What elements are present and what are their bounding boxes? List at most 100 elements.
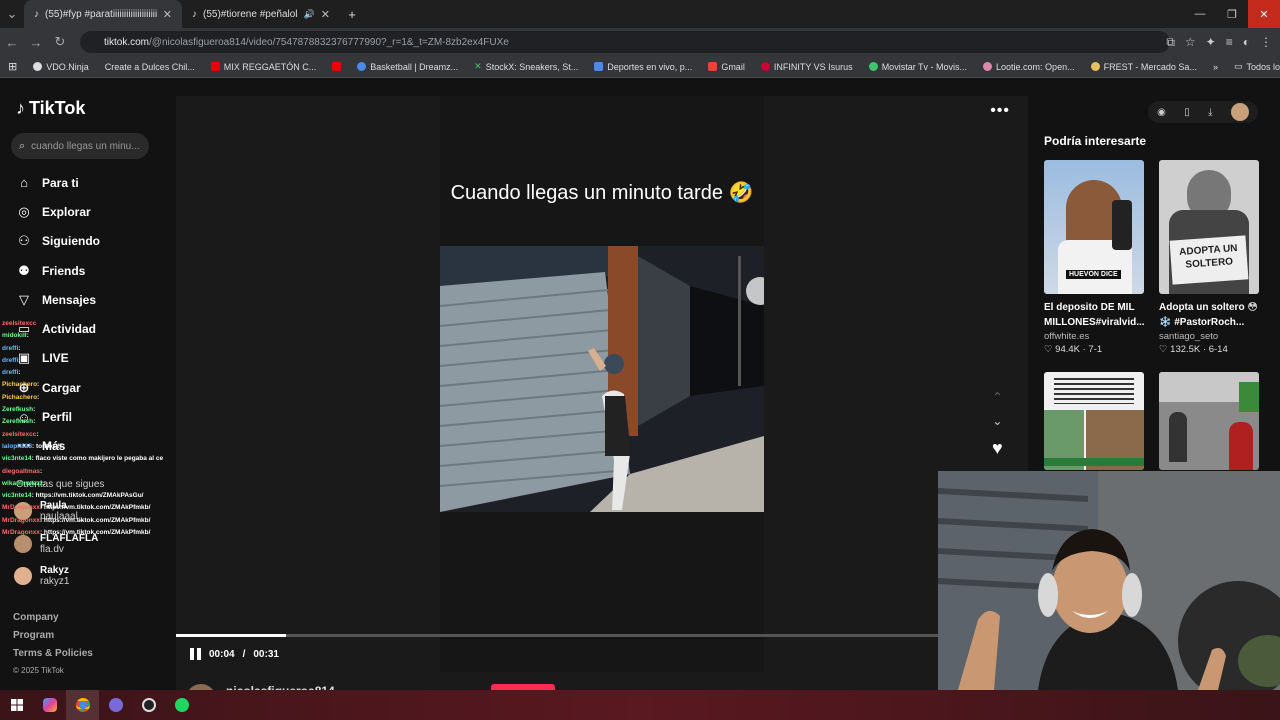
tab-title: (55)#fyp #paratiiiiiiiiiiiiiiiiiiiiiiii (45, 8, 157, 20)
toolbar-actions: ⧉ ☆ ✦ ≡ ◐ ⋮ (1166, 28, 1272, 56)
close-tab-icon[interactable]: ✕ (163, 8, 172, 21)
card-stats: ♡ 132.5K · 6-14 (1159, 344, 1228, 355)
apps-icon[interactable]: ⊞ (0, 60, 25, 73)
card-stats: ♡ 94.4K · 7-1 (1044, 344, 1103, 355)
profile-icon[interactable]: ◐ (1243, 35, 1250, 49)
reload-icon[interactable]: ↻ (48, 28, 72, 56)
all-bookmarks[interactable]: ▭Todos los marcadores (1226, 61, 1280, 72)
media-icon[interactable]: ≡ (1226, 35, 1233, 49)
home-icon: ⌂ (20, 175, 28, 191)
bookmark-vdo[interactable]: VDO.Ninja (25, 62, 97, 72)
bookmark-gmail[interactable]: Gmail (700, 62, 753, 72)
video-thumbnail: ADOPTA UN SOLTERO (1159, 160, 1259, 294)
suggested-video-card[interactable] (1044, 372, 1144, 470)
phone-icon[interactable]: ▯ (1184, 107, 1190, 118)
bookmark-dulces[interactable]: Create a Dulces Chil... (97, 62, 203, 72)
chat-line: zeelsitexcc: (2, 430, 39, 438)
card-author: santiago_seto (1159, 331, 1219, 342)
bookmark-youtube[interactable] (324, 62, 349, 71)
street-scene-illustration (440, 246, 764, 512)
bookmark-frest[interactable]: FREST - Mercado Sa... (1083, 62, 1205, 72)
chat-line: wikammxtzzz: (2, 479, 46, 487)
thumbnail-caption: HUEVÓN DICE (1066, 270, 1121, 279)
bookmark-deportes[interactable]: Deportes en vivo, p... (586, 62, 700, 72)
video-progress-bar[interactable] (176, 634, 1028, 637)
chrome-profile-icon[interactable] (99, 690, 132, 720)
url-host: tiktok.com (104, 36, 150, 48)
heart-icon[interactable]: ♥ (992, 438, 1003, 459)
new-tab-icon[interactable]: + (340, 0, 364, 28)
stream-chat-overlay: zeelsitexcc midokill: dreffi: dreffi: dr… (2, 318, 174, 539)
spotify-icon[interactable] (165, 690, 198, 720)
footer-terms[interactable]: Terms & Policies (13, 648, 93, 666)
top-right-actions: ◉ ▯ ⤓ (1148, 101, 1258, 123)
bookmark-lootie[interactable]: Lootie.com: Open... (975, 62, 1083, 72)
restore-icon[interactable]: ❐ (1216, 0, 1248, 28)
video-thumbnail (1044, 372, 1144, 470)
copyright: © 2025 TikTok (13, 666, 64, 675)
close-window-icon[interactable]: ✕ (1248, 0, 1280, 28)
bookmark-infinity[interactable]: INFINITY VS Isurus (753, 62, 861, 72)
footer-program[interactable]: Program (13, 630, 93, 648)
download-icon[interactable]: ⤓ (1208, 107, 1212, 118)
bookmark-star-icon[interactable]: ☆ (1185, 35, 1196, 49)
chat-line: midokill: (2, 332, 29, 340)
suggested-video-card[interactable]: ADOPTA UN SOLTERO Adopta un soltero 😳 ❄️… (1159, 160, 1259, 355)
obs-icon[interactable] (132, 690, 165, 720)
install-icon[interactable]: ⧉ (1166, 35, 1175, 50)
speaker-icon[interactable]: 🔊 (304, 9, 315, 20)
close-tab-icon[interactable]: ✕ (321, 8, 330, 21)
suggested-video-card[interactable] (1159, 372, 1259, 470)
compass-icon: ◎ (18, 203, 30, 219)
more-options-icon[interactable]: ••• (990, 102, 1010, 120)
sidebar-item-friends[interactable]: ⚉ Friends (16, 256, 100, 285)
url-field[interactable]: tiktok.com/@nicolasfigueroa814/video/754… (80, 31, 1170, 53)
following-user[interactable]: Rakyz rakyz1 (14, 565, 69, 587)
browser-tab-1[interactable]: ♪ (55)#fyp #paratiiiiiiiiiiiiiiiiiiiiiii… (24, 0, 182, 28)
video-player[interactable]: Cuando llegas un minuto tarde 🤣 ••• ⌃ ⌄ … (176, 96, 1028, 694)
chat-line: vic3nte14: flaco viste como makijero le … (2, 455, 164, 463)
chrome-icon[interactable] (66, 690, 99, 720)
back-icon[interactable]: ← (0, 28, 24, 56)
video-caption: Cuando llegas un minuto tarde 🤣 (450, 182, 754, 204)
bookmark-basketball[interactable]: Basketball | Dreamz... (349, 62, 466, 72)
tab-list-icon[interactable]: ⌄ (0, 0, 24, 28)
sidebar-item-mensajes[interactable]: ▽ Mensajes (16, 285, 100, 314)
pause-icon[interactable] (190, 648, 201, 660)
chevron-up-icon[interactable]: ⌃ (992, 390, 1002, 404)
chat-line: dreffi: (2, 344, 21, 352)
chat-line: dreffi: (2, 356, 21, 364)
coin-icon[interactable]: ◉ (1157, 107, 1166, 118)
sidebar-item-para-ti[interactable]: ⌂ Para ti (16, 168, 100, 197)
bookmark-mix[interactable]: MIX REGGAETÓN C... (203, 62, 325, 72)
user-plus-icon: ⚇ (18, 233, 30, 249)
menu-icon[interactable]: ⋮ (1260, 35, 1272, 49)
forward-icon[interactable]: → (24, 28, 48, 56)
copilot-icon[interactable] (33, 690, 66, 720)
browser-tab-2[interactable]: ♪ (55)#tiorene #peñalolen #/ 🔊 ✕ (182, 0, 340, 28)
bookmark-stockx[interactable]: ✕ StockX: Sneakers, St... (466, 61, 586, 72)
chat-line: diegoaltmas: (2, 467, 43, 475)
thumbnail-sign: ADOPTA UN SOLTERO (1169, 235, 1249, 285)
search-input[interactable]: ⌕ cuando llegas un minu... (11, 133, 149, 159)
minimize-icon[interactable]: — (1184, 0, 1216, 28)
sidebar-item-explorar[interactable]: ◎ Explorar (16, 197, 100, 226)
footer-company[interactable]: Company (13, 612, 93, 630)
chat-line: MrDragonxx: https://vm.tiktok.com/ZMAkPf… (2, 504, 151, 512)
user-avatar[interactable] (1230, 103, 1249, 121)
more-bookmarks-icon[interactable]: » (1205, 62, 1226, 72)
video-controls: 00:04/00:31 (190, 648, 279, 660)
windows-start-icon[interactable] (0, 690, 33, 720)
chat-line: lalopit828: tontos !! (2, 442, 62, 450)
webcam-overlay (938, 471, 1280, 690)
chat-line: Zerefkush: (2, 406, 36, 414)
tab-title: (55)#tiorene #peñalolen #/ (203, 8, 298, 20)
bookmark-movistar[interactable]: Movistar Tv - Movis... (861, 62, 975, 72)
suggestions-title: Podría interesarte (1044, 134, 1147, 148)
tiktok-logo[interactable]: ♪ TikTok (16, 98, 85, 119)
browser-tabbar: ⌄ ♪ (55)#fyp #paratiiiiiiiiiiiiiiiiiiiii… (0, 0, 1280, 28)
chevron-down-icon[interactable]: ⌄ (992, 414, 1002, 428)
extensions-icon[interactable]: ✦ (1206, 35, 1216, 49)
suggested-video-card[interactable]: HUEVÓN DICE El deposito DE MIL MILLONES#… (1044, 160, 1145, 355)
sidebar-item-siguiendo[interactable]: ⚇ Siguiendo (16, 227, 100, 256)
